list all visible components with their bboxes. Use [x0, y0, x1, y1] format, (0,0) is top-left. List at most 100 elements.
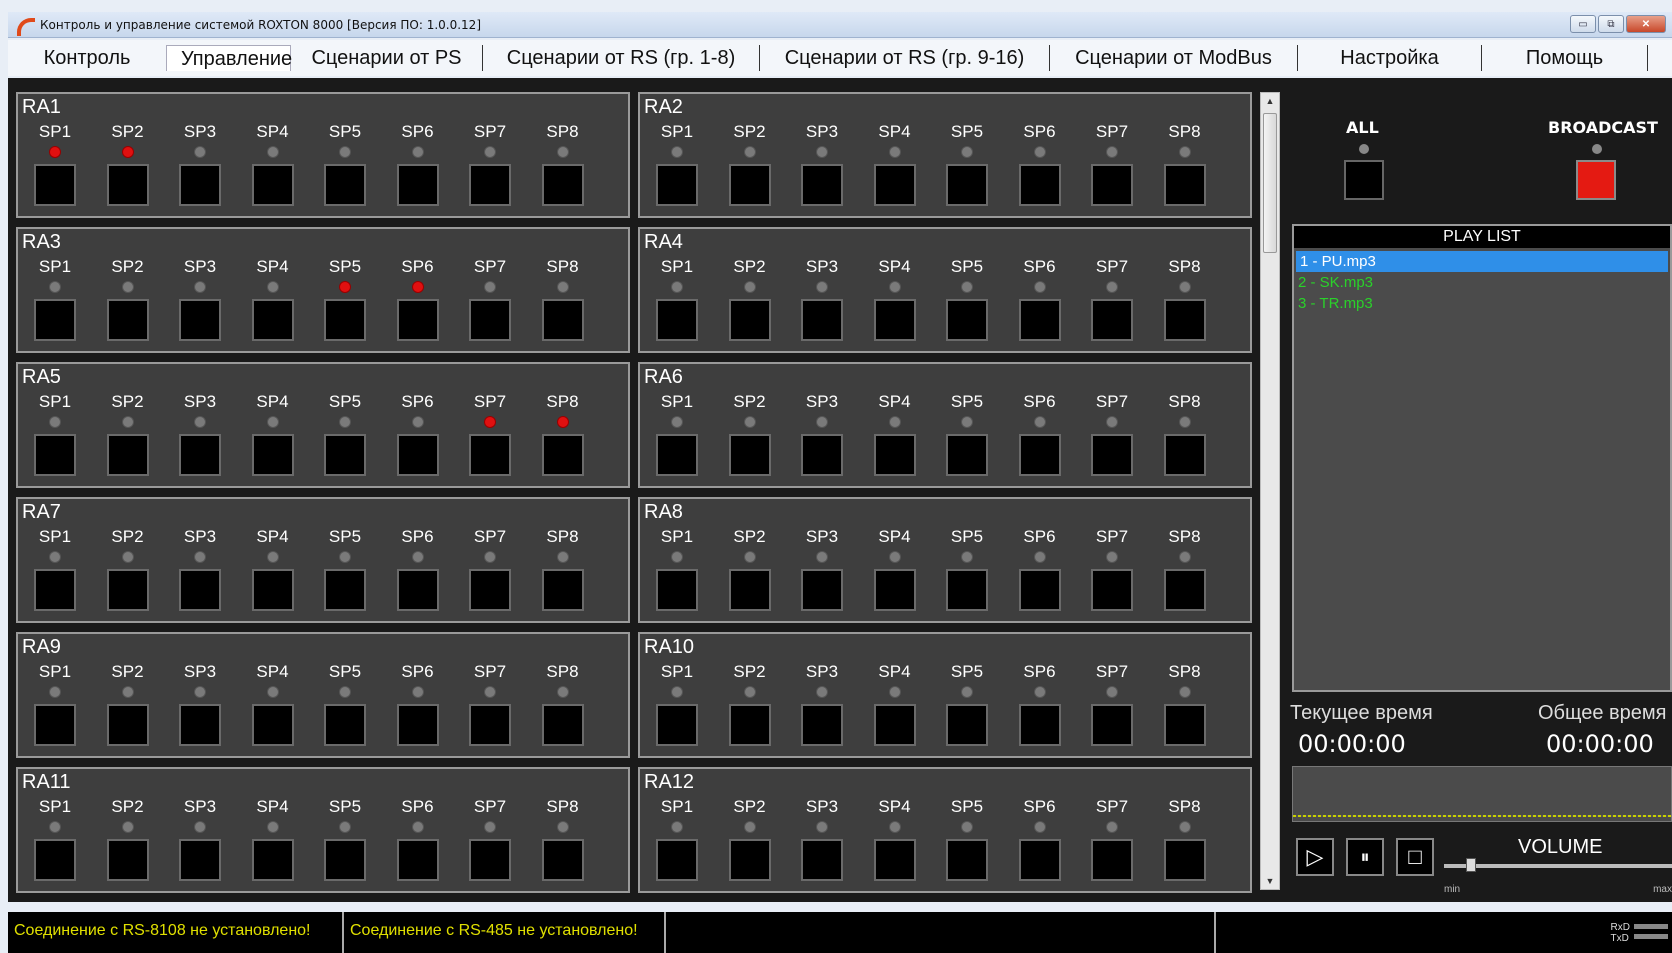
speaker-toggle-button[interactable] — [801, 704, 843, 746]
speaker-toggle-button[interactable] — [251, 839, 294, 881]
speaker-toggle-button[interactable] — [1163, 569, 1206, 611]
restore-button[interactable]: ⧉ — [1598, 15, 1624, 33]
speaker-toggle-button[interactable] — [873, 299, 916, 341]
playlist-item[interactable]: 2 - SK.mp3 — [1294, 272, 1670, 293]
speaker-toggle-button[interactable] — [179, 299, 221, 341]
speaker-toggle-button[interactable] — [251, 164, 294, 206]
speaker-toggle-button[interactable] — [1091, 164, 1133, 206]
speaker-toggle-button[interactable] — [873, 434, 916, 476]
speaker-toggle-button[interactable] — [656, 434, 698, 476]
pause-button[interactable]: ⏸ — [1346, 838, 1384, 876]
speaker-toggle-button[interactable] — [396, 164, 439, 206]
speaker-toggle-button[interactable] — [946, 434, 988, 476]
speaker-toggle-button[interactable] — [1163, 704, 1206, 746]
speaker-toggle-button[interactable] — [396, 839, 439, 881]
speaker-toggle-button[interactable] — [106, 299, 149, 341]
speaker-toggle-button[interactable] — [728, 704, 771, 746]
speaker-toggle-button[interactable] — [541, 299, 584, 341]
speaker-toggle-button[interactable] — [1091, 704, 1133, 746]
speaker-toggle-button[interactable] — [1163, 434, 1206, 476]
speaker-toggle-button[interactable] — [541, 569, 584, 611]
playlist-item[interactable]: 1 - PU.mp3 — [1296, 251, 1668, 272]
speaker-toggle-button[interactable] — [179, 434, 221, 476]
speaker-toggle-button[interactable] — [106, 839, 149, 881]
menu-upravlenie[interactable]: Управление — [166, 45, 292, 71]
menu-help[interactable]: Помощь — [1482, 45, 1648, 71]
speaker-toggle-button[interactable] — [34, 164, 76, 206]
speaker-toggle-button[interactable] — [873, 164, 916, 206]
speaker-toggle-button[interactable] — [873, 704, 916, 746]
speaker-toggle-button[interactable] — [251, 569, 294, 611]
speaker-toggle-button[interactable] — [656, 704, 698, 746]
speaker-toggle-button[interactable] — [946, 299, 988, 341]
scroll-down-icon[interactable]: ▼ — [1261, 873, 1279, 889]
speaker-toggle-button[interactable] — [1091, 299, 1133, 341]
vertical-scrollbar[interactable]: ▲ ▼ — [1260, 92, 1280, 890]
speaker-toggle-button[interactable] — [1018, 569, 1061, 611]
speaker-toggle-button[interactable] — [541, 164, 584, 206]
speaker-toggle-button[interactable] — [541, 704, 584, 746]
play-button[interactable]: ▷ — [1296, 838, 1334, 876]
speaker-toggle-button[interactable] — [106, 434, 149, 476]
stop-button[interactable]: □ — [1396, 838, 1434, 876]
speaker-toggle-button[interactable] — [106, 569, 149, 611]
playlist-item[interactable]: 3 - TR.mp3 — [1294, 293, 1670, 314]
speaker-toggle-button[interactable] — [1018, 704, 1061, 746]
speaker-toggle-button[interactable] — [469, 299, 511, 341]
speaker-toggle-button[interactable] — [396, 434, 439, 476]
speaker-toggle-button[interactable] — [324, 569, 366, 611]
speaker-toggle-button[interactable] — [179, 569, 221, 611]
speaker-toggle-button[interactable] — [656, 839, 698, 881]
speaker-toggle-button[interactable] — [946, 839, 988, 881]
speaker-toggle-button[interactable] — [34, 839, 76, 881]
speaker-toggle-button[interactable] — [251, 299, 294, 341]
speaker-toggle-button[interactable] — [34, 299, 76, 341]
speaker-toggle-button[interactable] — [324, 164, 366, 206]
menu-scenarios-modbus[interactable]: Сценарии от ModBus — [1050, 45, 1298, 71]
speaker-toggle-button[interactable] — [946, 569, 988, 611]
broadcast-button[interactable] — [1576, 160, 1616, 200]
speaker-toggle-button[interactable] — [1091, 569, 1133, 611]
volume-slider-thumb[interactable] — [1466, 858, 1476, 872]
speaker-toggle-button[interactable] — [1163, 839, 1206, 881]
speaker-toggle-button[interactable] — [106, 704, 149, 746]
speaker-toggle-button[interactable] — [946, 164, 988, 206]
speaker-toggle-button[interactable] — [179, 704, 221, 746]
speaker-toggle-button[interactable] — [801, 164, 843, 206]
speaker-toggle-button[interactable] — [469, 164, 511, 206]
speaker-toggle-button[interactable] — [34, 434, 76, 476]
speaker-toggle-button[interactable] — [251, 704, 294, 746]
speaker-toggle-button[interactable] — [179, 839, 221, 881]
speaker-toggle-button[interactable] — [1091, 839, 1133, 881]
all-button[interactable] — [1344, 160, 1384, 200]
speaker-toggle-button[interactable] — [251, 434, 294, 476]
speaker-toggle-button[interactable] — [873, 839, 916, 881]
speaker-toggle-button[interactable] — [801, 299, 843, 341]
speaker-toggle-button[interactable] — [106, 164, 149, 206]
speaker-toggle-button[interactable] — [1091, 434, 1133, 476]
scroll-up-icon[interactable]: ▲ — [1261, 93, 1279, 109]
speaker-toggle-button[interactable] — [1163, 299, 1206, 341]
speaker-toggle-button[interactable] — [541, 839, 584, 881]
speaker-toggle-button[interactable] — [1018, 839, 1061, 881]
speaker-toggle-button[interactable] — [728, 299, 771, 341]
speaker-toggle-button[interactable] — [728, 839, 771, 881]
speaker-toggle-button[interactable] — [1018, 299, 1061, 341]
speaker-toggle-button[interactable] — [946, 704, 988, 746]
speaker-toggle-button[interactable] — [34, 704, 76, 746]
speaker-toggle-button[interactable] — [541, 434, 584, 476]
speaker-toggle-button[interactable] — [324, 434, 366, 476]
speaker-toggle-button[interactable] — [324, 704, 366, 746]
speaker-toggle-button[interactable] — [469, 704, 511, 746]
speaker-toggle-button[interactable] — [801, 569, 843, 611]
speaker-toggle-button[interactable] — [396, 569, 439, 611]
close-button[interactable]: ✕ — [1626, 15, 1666, 33]
menu-kontrol[interactable]: Контроль — [8, 45, 166, 71]
menu-scenarios-rs-1-8[interactable]: Сценарии от RS (гр. 1-8) — [483, 45, 760, 71]
speaker-toggle-button[interactable] — [801, 434, 843, 476]
speaker-toggle-button[interactable] — [1163, 164, 1206, 206]
speaker-toggle-button[interactable] — [656, 569, 698, 611]
speaker-toggle-button[interactable] — [1018, 434, 1061, 476]
speaker-toggle-button[interactable] — [396, 704, 439, 746]
speaker-toggle-button[interactable] — [728, 434, 771, 476]
